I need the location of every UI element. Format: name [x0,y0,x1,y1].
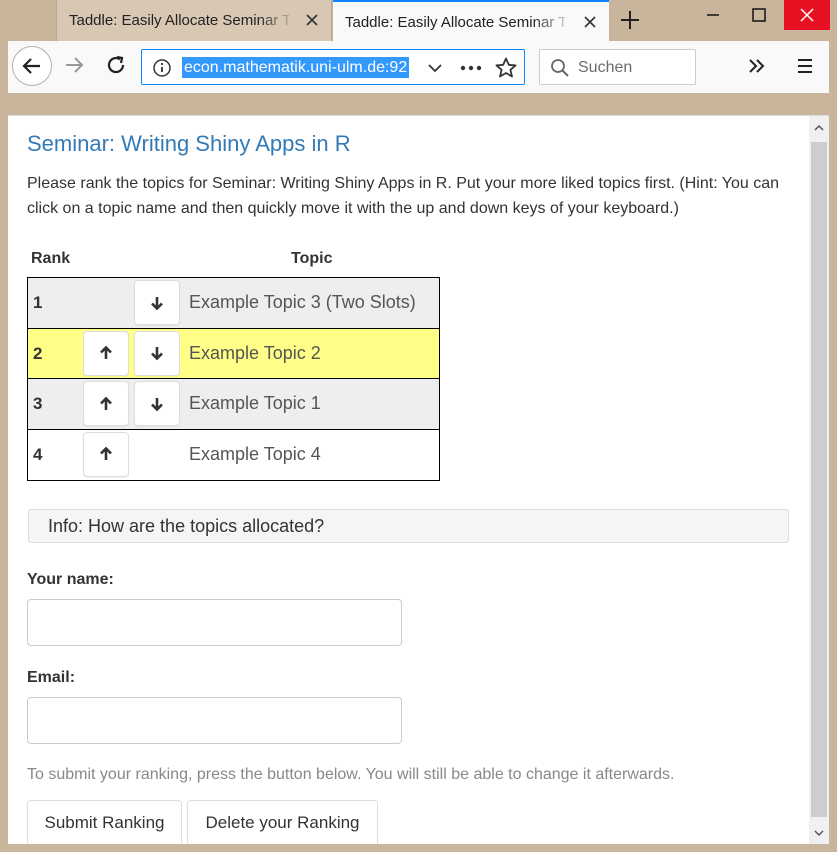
window-close-icon[interactable] [784,0,830,30]
window-bottom-border [0,844,837,852]
navigation-bar: econ.mathematik.uni-ulm.de:92 Suchen [8,41,829,93]
move-up-button[interactable] [83,381,129,426]
search-bar[interactable]: Suchen [539,49,696,85]
minimize-icon[interactable] [690,0,736,30]
page-actions-icon[interactable] [458,58,484,78]
close-icon[interactable] [581,13,599,31]
scroll-down-icon[interactable] [809,821,829,844]
ranking-table: 1 Example Topic 3 (Two Slots) 2 Example … [27,277,440,481]
page-title: Seminar: Writing Shiny Apps in R [27,131,351,156]
maximize-icon[interactable] [736,0,782,30]
url-text[interactable]: econ.mathematik.uni-ulm.de:92 [182,57,410,78]
url-bar[interactable]: econ.mathematik.uni-ulm.de:92 [141,49,525,85]
arrow-down-icon [151,347,163,361]
scrollbar-thumb[interactable] [811,142,827,817]
new-tab-icon[interactable] [618,8,642,32]
topic-column-header: Topic [291,250,333,267]
search-icon [550,58,570,78]
browser-window: Taddle: Easily Allocate Seminar Topics T… [0,0,837,852]
info-collapse-panel[interactable]: Info: How are the topics allocated? [28,509,789,543]
name-label: Your name: [27,571,114,588]
tab-title: Taddle: Easily Allocate Seminar Topics [345,14,565,31]
arrow-up-icon [100,396,112,410]
rank-column-header: Rank [31,250,71,267]
topic-name[interactable]: Example Topic 3 (Two Slots) [189,292,416,313]
submit-hint-text: To submit your ranking, press the button… [27,766,675,783]
close-icon[interactable] [303,11,321,29]
vertical-scrollbar[interactable] [809,116,829,844]
name-input[interactable] [27,599,402,646]
page-viewport: Seminar: Writing Shiny Apps in R Please … [8,115,829,844]
topic-name[interactable]: Example Topic 2 [189,343,321,364]
move-up-button[interactable] [83,330,129,376]
rank-number: 1 [33,293,43,312]
rank-number: 2 [33,343,43,363]
move-up-button[interactable] [83,431,129,477]
search-placeholder: Suchen [578,59,633,76]
forward-icon[interactable] [60,51,88,79]
instructions-text: Please rank the topics for Seminar: Writ… [27,175,780,217]
overflow-chevron-icon[interactable] [744,53,770,79]
move-down-button[interactable] [134,381,180,426]
chevron-down-icon[interactable] [426,59,444,77]
email-label: Email: [27,669,76,686]
delete-ranking-button[interactable]: Delete your Ranking [187,800,378,844]
tab-title: Taddle: Easily Allocate Seminar Topics [69,12,289,29]
topic-name[interactable]: Example Topic 1 [189,393,321,414]
tab-title-fade [533,10,573,34]
ranking-row[interactable]: 3 Example Topic 1 [28,379,439,430]
submit-ranking-button[interactable]: Submit Ranking [27,800,182,844]
ranking-row[interactable]: 4 Example Topic 4 [28,429,439,480]
info-panel-title[interactable]: Info: How are the topics allocated? [48,516,324,537]
reload-icon[interactable] [102,51,130,79]
ranking-row[interactable]: 2 Example Topic 2 [28,328,439,379]
arrow-down-icon [151,296,163,310]
bookmark-star-icon[interactable] [494,56,518,80]
move-down-button[interactable] [134,280,180,325]
arrow-up-icon [100,345,112,359]
move-down-button[interactable] [134,330,180,376]
arrow-down-icon [151,397,163,411]
info-icon[interactable] [152,58,172,78]
topic-name[interactable]: Example Topic 4 [189,444,321,465]
tab-strip: Taddle: Easily Allocate Seminar Topics T… [0,0,837,41]
tab-title-fade [257,8,297,32]
hamburger-menu-icon[interactable] [792,53,818,79]
ranking-row[interactable]: 1 Example Topic 3 (Two Slots) [28,278,439,329]
email-input[interactable] [27,697,402,744]
arrow-up-icon [100,446,112,460]
rank-number: 3 [33,394,43,413]
tab-2[interactable]: Taddle: Easily Allocate Seminar Topics [333,0,609,41]
tab-1[interactable]: Taddle: Easily Allocate Seminar Topics [56,0,332,41]
scroll-up-icon[interactable] [809,116,829,140]
back-icon[interactable] [12,46,52,86]
rank-number: 4 [33,444,43,464]
